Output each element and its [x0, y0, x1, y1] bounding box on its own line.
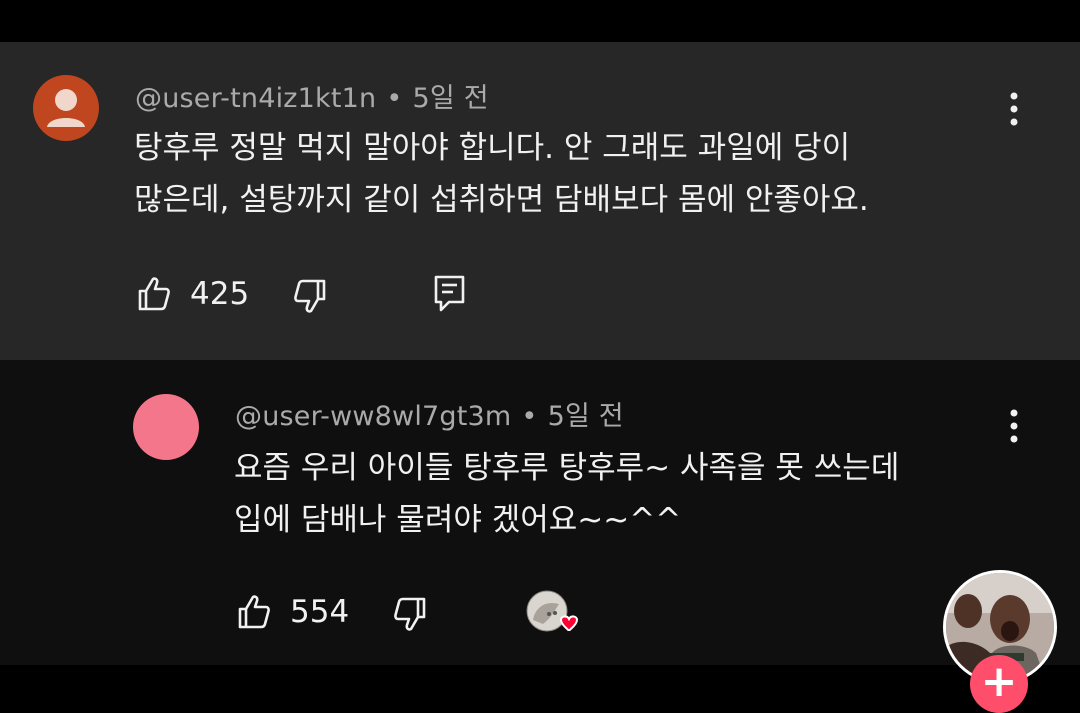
- top-bar: [0, 0, 1080, 42]
- comment-text: 요즘 우리 아이들 탕후루 탕후루~ 사족을 못 쓰는데 입에 담배나 물려야 …: [234, 442, 899, 546]
- more-vertical-icon: [1010, 409, 1018, 443]
- more-options-button[interactable]: [999, 405, 1029, 449]
- creator-heart-icon: [526, 590, 579, 632]
- creator-heart-badge: [525, 590, 585, 642]
- like-count: 554: [290, 594, 350, 630]
- comment-line: 입에 담배나 물려야 겠어요~~^^: [234, 502, 682, 538]
- more-vertical-icon: [1010, 92, 1018, 126]
- comment-meta: @user-tn4iz1kt1n • 5일 전: [135, 76, 489, 115]
- comment-item-highlighted: @user-tn4iz1kt1n • 5일 전 탕후루 정말 먹지 말아야 합니다.…: [0, 42, 1080, 360]
- default-avatar-icon: [47, 89, 85, 127]
- username[interactable]: @user-tn4iz1kt1n: [135, 83, 376, 114]
- like-count: 425: [190, 276, 250, 312]
- comment-line: 많은데, 설탕까지 같이 섭취하면 담배보다 몸에 안좋아요.: [134, 182, 869, 218]
- thumb-up-icon: [238, 595, 270, 629]
- avatar[interactable]: [33, 75, 99, 141]
- separator: •: [386, 83, 403, 114]
- bottom-bar: [0, 665, 1080, 695]
- comment-meta: @user-ww8wl7gt3m • 5일 전: [235, 394, 624, 433]
- thumb-down-icon: [294, 279, 326, 313]
- add-button[interactable]: +: [970, 655, 1028, 713]
- dislike-button[interactable]: [292, 278, 328, 314]
- plus-icon: +: [980, 656, 1018, 707]
- avatar[interactable]: [133, 394, 199, 460]
- comment-text: 탕후루 정말 먹지 말아야 합니다. 안 그래도 과일에 당이 많은데, 설탕까…: [134, 122, 869, 226]
- like-button[interactable]: 554: [236, 594, 349, 630]
- timestamp[interactable]: 5일 전: [548, 401, 624, 432]
- username[interactable]: @user-ww8wl7gt3m: [235, 401, 511, 432]
- comment-reply-icon: [434, 275, 465, 312]
- timestamp[interactable]: 5일 전: [413, 83, 489, 114]
- comment-line: 요즘 우리 아이들 탕후루 탕후루~ 사족을 못 쓰는데: [234, 450, 900, 486]
- comment-item: @user-ww8wl7gt3m • 5일 전 요즘 우리 아이들 탕후루 탕후루~…: [0, 360, 1080, 665]
- reply-button[interactable]: [433, 274, 467, 314]
- comment-line: 탕후루 정말 먹지 말아야 합니다. 안 그래도 과일에 당이: [134, 130, 851, 166]
- thumb-up-icon: [138, 277, 170, 311]
- more-options-button[interactable]: [999, 88, 1029, 132]
- thumb-down-icon: [394, 597, 426, 631]
- dislike-button[interactable]: [392, 596, 428, 632]
- like-button[interactable]: 425: [136, 276, 249, 312]
- separator: •: [521, 401, 538, 432]
